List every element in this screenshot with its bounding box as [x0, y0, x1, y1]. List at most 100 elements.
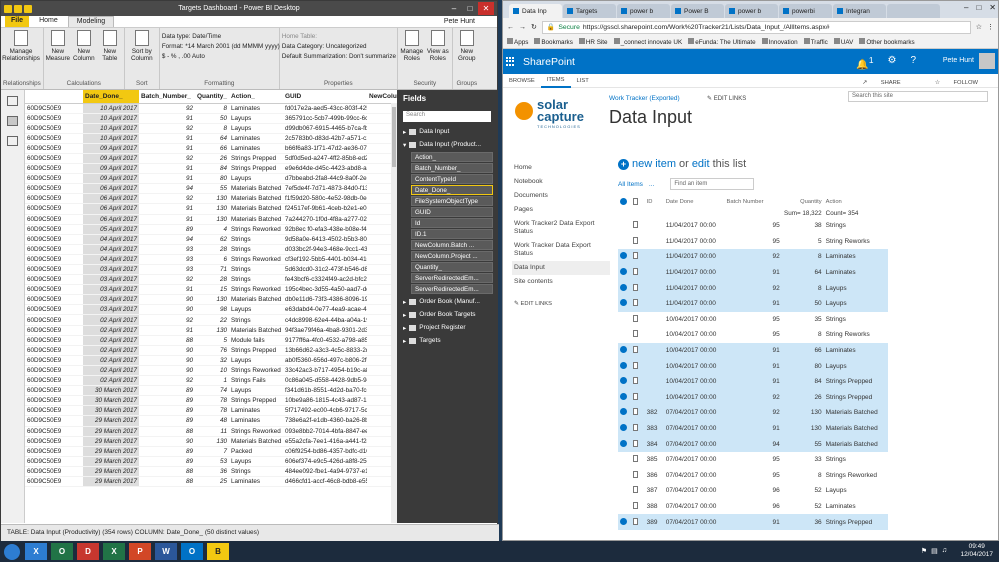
- list-item[interactable]: 10/04/2017 00:00 92 26 Strings Prepped: [618, 389, 888, 406]
- select-cell[interactable]: [618, 358, 632, 374]
- column-header[interactable]: Batch_Number_: [139, 90, 195, 104]
- list-column-header[interactable]: Quantity: [782, 196, 824, 208]
- table-row[interactable]: 60D9C50E9 10 April 2017 91 50 Layups 365791cc…: [25, 113, 397, 124]
- sort-by-column-button[interactable]: Sort by Column: [127, 30, 157, 80]
- table-row[interactable]: 60D9C50E9 02 April 2017 90 10 Strings Rework…: [25, 365, 397, 377]
- table-row[interactable]: 60D9C50E9 04 April 2017 93 6 Strings Reworke…: [25, 254, 397, 266]
- table-row[interactable]: 60D9C50E9 03 April 2017 92 28 Strings fe43bcf…: [25, 274, 397, 286]
- table-row[interactable]: 60D9C50E9 06 April 2017 91 130 Materials Bat…: [25, 214, 397, 225]
- field-table[interactable]: ▸ Project Register: [397, 321, 497, 334]
- table-row[interactable]: 60D9C50E9 29 March 2017 88 36 Strings 484ee09…: [25, 466, 397, 477]
- manage-roles-button[interactable]: Manage Roles: [400, 30, 424, 80]
- row-checkbox[interactable]: [620, 502, 627, 509]
- list-column-header[interactable]: Batch Number: [724, 196, 781, 208]
- row-checkbox[interactable]: [620, 424, 627, 432]
- table-row[interactable]: 60D9C50E9 29 March 2017 89 48 Laminates 738e6…: [25, 415, 397, 427]
- list-item[interactable]: 10/04/2017 00:00 95 35 Strings: [618, 312, 888, 328]
- table-row[interactable]: 60D9C50E9 09 April 2017 91 80 Layups d7bbeabd…: [25, 173, 397, 185]
- reload-icon[interactable]: ↻: [531, 23, 537, 31]
- select-cell[interactable]: [618, 499, 631, 515]
- volume-icon[interactable]: ♫: [942, 547, 947, 555]
- select-cell[interactable]: [618, 295, 632, 312]
- field-item[interactable]: Action_: [411, 152, 493, 162]
- table-row[interactable]: 60D9C50E9 04 April 2017 94 62 Strings 9d58a0e…: [25, 234, 397, 245]
- row-checkbox[interactable]: [620, 268, 627, 276]
- bookmark-item[interactable]: Other bookmarks: [859, 38, 915, 46]
- table-row[interactable]: 60D9C50E9 03 April 2017 90 130 Materials Bat…: [25, 294, 397, 306]
- quick-launch-item[interactable]: Documents: [512, 189, 610, 203]
- select-cell[interactable]: [618, 280, 632, 296]
- menu-icon[interactable]: ⋮: [987, 23, 994, 31]
- expand-icon[interactable]: ▸: [403, 298, 406, 306]
- field-table[interactable]: ▸ Order Book Targets: [397, 308, 497, 321]
- tab-list[interactable]: LIST: [571, 75, 595, 87]
- row-checkbox[interactable]: [620, 315, 627, 322]
- url-field[interactable]: 🔒 Secure https://gsscl.sharepoint.com/Wo…: [541, 20, 971, 34]
- field-item[interactable]: NewColumn.Batch ...: [411, 240, 493, 250]
- list-item[interactable]: 384 07/04/2017 00:00 94 55 Materials Batched: [618, 436, 888, 452]
- expand-icon[interactable]: ▾: [403, 141, 406, 149]
- expand-icon[interactable]: ▸: [403, 324, 406, 332]
- select-cell[interactable]: [618, 312, 631, 328]
- new-item-link[interactable]: new item: [632, 158, 676, 170]
- bookmark-item[interactable]: Apps: [507, 38, 528, 46]
- browser-tab[interactable]: power b: [617, 4, 670, 18]
- undo-icon[interactable]: [14, 4, 22, 13]
- back-icon[interactable]: ←: [507, 24, 514, 31]
- settings-gear-icon[interactable]: ⚙: [887, 55, 896, 70]
- row-checkbox[interactable]: [620, 283, 627, 291]
- select-cell[interactable]: [618, 420, 632, 437]
- field-item[interactable]: ID.1: [411, 229, 493, 239]
- close-button[interactable]: ✕: [989, 3, 996, 12]
- forward-icon[interactable]: →: [519, 24, 526, 31]
- minimize-button[interactable]: –: [964, 3, 968, 12]
- taskbar-app-icon[interactable]: O: [51, 543, 73, 560]
- bookmark-item[interactable]: Bookmarks: [534, 38, 573, 46]
- select-cell[interactable]: [618, 342, 632, 359]
- bookmark-item[interactable]: _connect innovate UK: [613, 38, 682, 46]
- table-row[interactable]: 60D9C50E9 09 April 2017 91 84 Strings Preppe…: [25, 163, 397, 175]
- edit-list-link[interactable]: edit: [692, 158, 710, 170]
- taskbar-app-icon[interactable]: D: [77, 543, 99, 560]
- taskbar-app-icon[interactable]: W: [155, 543, 177, 560]
- list-item[interactable]: 386 07/04/2017 00:00 95 8 Strings Reworked: [618, 468, 888, 484]
- row-checkbox[interactable]: [620, 377, 627, 385]
- list-column-header[interactable]: [631, 196, 644, 208]
- browser-tab[interactable]: Power B: [671, 4, 724, 18]
- taskbar-app-icon[interactable]: X: [103, 543, 125, 560]
- browser-tab[interactable]: Data Inp: [509, 4, 562, 18]
- new-column-button[interactable]: New Column: [72, 30, 96, 80]
- minimize-button[interactable]: –: [446, 2, 462, 15]
- field-item[interactable]: GUID: [411, 207, 493, 217]
- clock[interactable]: 09:49 12/04/2017: [960, 543, 993, 559]
- row-checkbox[interactable]: [620, 299, 627, 307]
- help-icon[interactable]: ?: [910, 55, 916, 70]
- manage-relationships-button[interactable]: Manage Relationships: [2, 30, 40, 80]
- list-item[interactable]: 383 07/04/2017 00:00 91 130 Materials Batche…: [618, 420, 888, 437]
- taskbar-app-icon[interactable]: P: [129, 543, 151, 560]
- home-table-dropdown[interactable]: Home Table:: [282, 32, 395, 42]
- tab-modeling[interactable]: Modeling: [67, 16, 115, 27]
- quick-launch-item[interactable]: Home: [512, 161, 610, 175]
- field-item[interactable]: NewColumn.Project ...: [411, 251, 493, 261]
- maximize-button[interactable]: □: [976, 3, 981, 12]
- select-cell[interactable]: [618, 373, 632, 390]
- browser-tab[interactable]: Integran: [833, 4, 886, 18]
- table-row[interactable]: 60D9C50E9 04 April 2017 93 28 Strings d033bc2…: [25, 244, 397, 255]
- avatar[interactable]: [979, 53, 995, 69]
- taskbar-app-icon[interactable]: X: [25, 543, 47, 560]
- select-cell[interactable]: [618, 234, 631, 250]
- column-header[interactable]: [25, 90, 83, 104]
- list-item[interactable]: 388 07/04/2017 00:00 96 52 Laminates: [618, 499, 888, 515]
- table-row[interactable]: 60D9C50E9 05 April 2017 89 4 Strings Reworke…: [25, 224, 397, 235]
- row-checkbox[interactable]: [620, 408, 627, 416]
- select-cell[interactable]: [618, 327, 631, 343]
- list-item[interactable]: 10/04/2017 00:00 91 66 Laminates: [618, 342, 888, 359]
- quick-launch-item[interactable]: Data Input: [512, 261, 610, 275]
- flag-icon[interactable]: ⚑: [921, 547, 927, 555]
- column-header[interactable]: Quantity_: [195, 90, 229, 104]
- default-summarization-dropdown[interactable]: Default Summarization: Don't summarize: [282, 52, 396, 62]
- signed-in-user[interactable]: Pete Hunt: [444, 18, 475, 25]
- field-item[interactable]: ServerRedirectedEm...: [411, 273, 493, 283]
- bookmark-item[interactable]: UAV: [833, 38, 853, 46]
